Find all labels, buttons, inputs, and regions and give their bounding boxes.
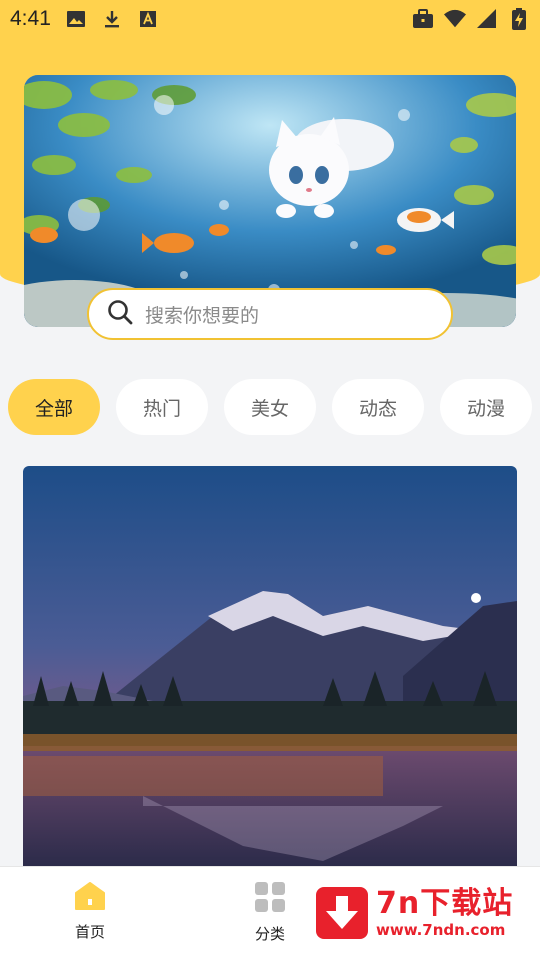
tab-hot[interactable]: 热门 bbox=[116, 379, 208, 435]
watermark-title: 7n下载站 bbox=[376, 886, 514, 921]
image-icon bbox=[65, 8, 87, 30]
search-bar[interactable]: 搜索你想要的 bbox=[87, 288, 453, 340]
wallpaper-card[interactable] bbox=[23, 466, 517, 866]
wifi-icon bbox=[444, 8, 466, 30]
nav-home[interactable]: 首页 bbox=[60, 881, 120, 942]
signal-icon bbox=[476, 8, 498, 30]
status-time: 4:41 bbox=[10, 7, 51, 30]
watermark-url: www.7ndn.com bbox=[376, 921, 506, 939]
status-bar: 4:41 bbox=[0, 0, 540, 38]
tab-dynamic[interactable]: 动态 bbox=[332, 379, 424, 435]
nav-category[interactable]: 分类 bbox=[240, 881, 300, 944]
nav-home-label: 首页 bbox=[74, 923, 105, 941]
category-tabs: 全部 热门 美女 动态 动漫 bbox=[8, 379, 540, 435]
briefcase-icon bbox=[412, 8, 434, 30]
nav-category-label: 分类 bbox=[254, 925, 285, 943]
watermark-badge: 7n下载站 www.7ndn.com bbox=[316, 880, 530, 946]
home-icon bbox=[74, 881, 106, 915]
search-placeholder[interactable]: 搜索你想要的 bbox=[145, 301, 259, 328]
tab-all[interactable]: 全部 bbox=[8, 379, 100, 435]
download-arrow-icon bbox=[316, 887, 368, 939]
grid-icon bbox=[254, 881, 286, 917]
font-icon bbox=[137, 8, 159, 30]
search-icon bbox=[107, 299, 133, 329]
download-icon bbox=[101, 8, 123, 30]
tab-anime[interactable]: 动漫 bbox=[440, 379, 532, 435]
tab-beauty[interactable]: 美女 bbox=[224, 379, 316, 435]
battery-charging-icon bbox=[508, 8, 530, 30]
